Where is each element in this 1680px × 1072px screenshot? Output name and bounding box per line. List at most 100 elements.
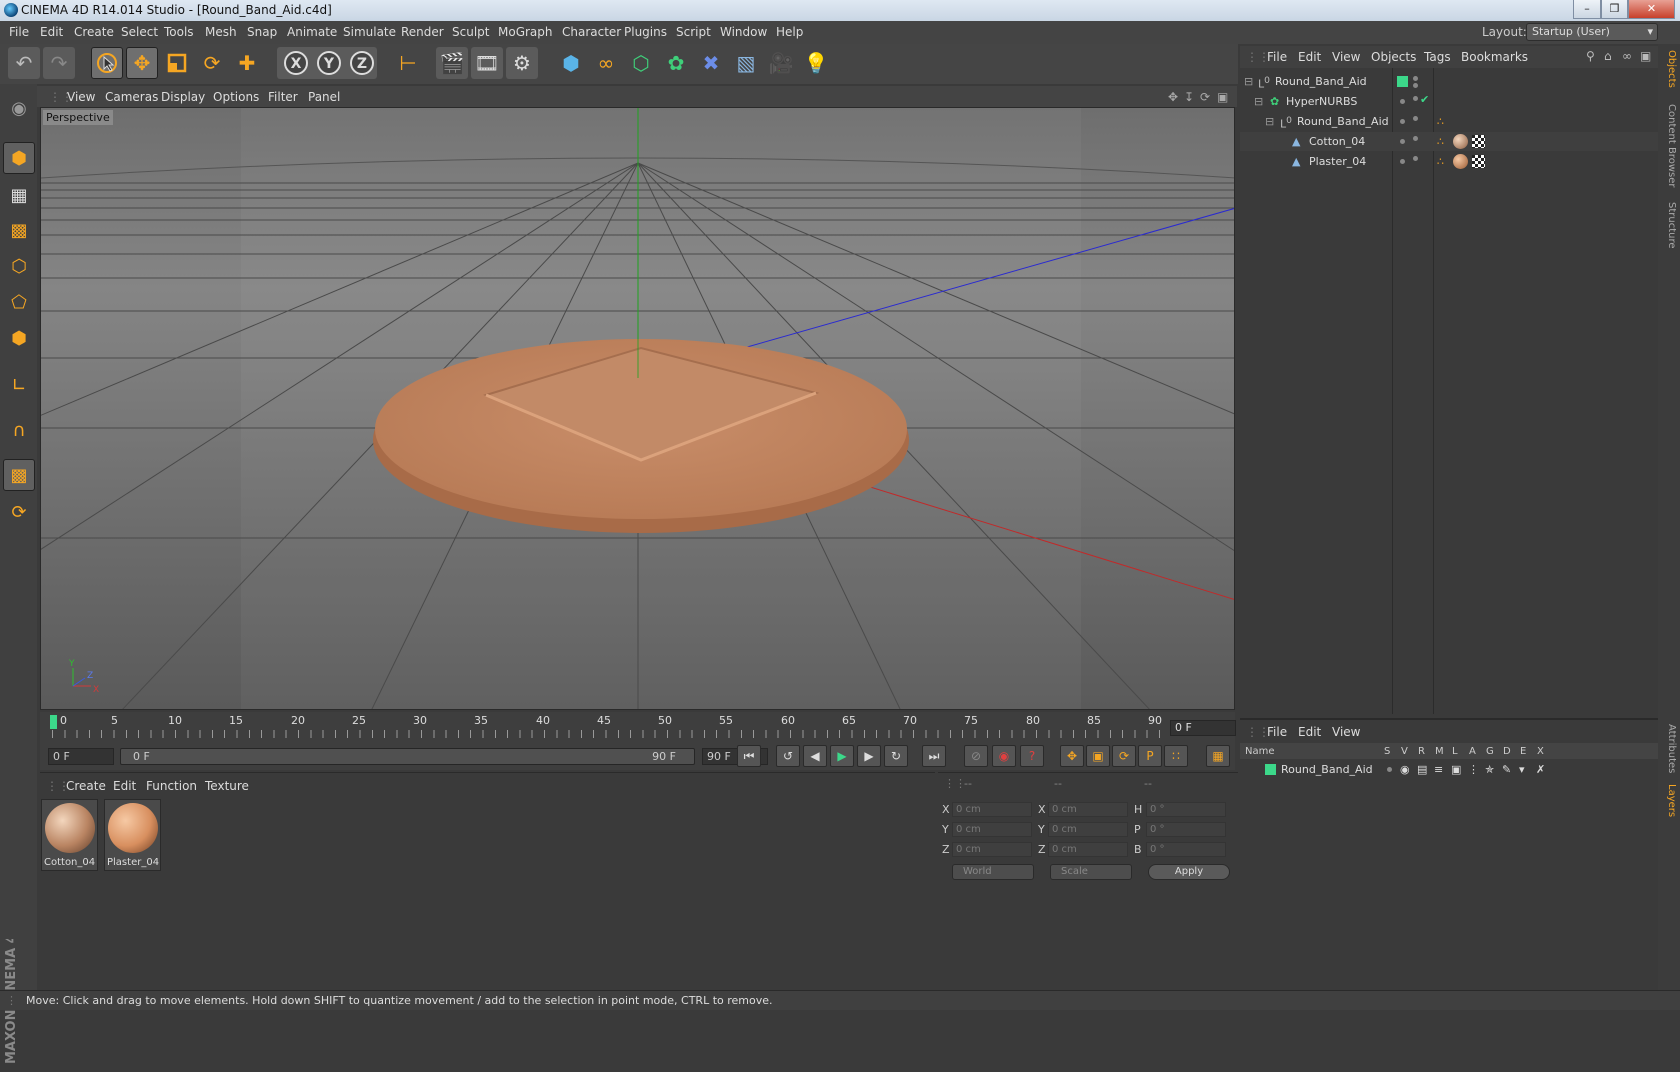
- tree-toggle-icon[interactable]: ⊟: [1244, 75, 1253, 88]
- menu-character[interactable]: Character: [562, 25, 621, 39]
- deformer-icon[interactable]: ✎: [1502, 763, 1511, 776]
- maximize-button[interactable]: ❒: [1601, 0, 1628, 19]
- menu-sculpt[interactable]: Sculpt: [452, 25, 489, 39]
- light-icon[interactable]: 💡: [800, 47, 832, 79]
- material-menu-texture[interactable]: Texture: [205, 779, 249, 793]
- menu-simulate[interactable]: Simulate: [343, 25, 396, 39]
- render-picture-viewer-icon[interactable]: 🎞: [471, 47, 503, 79]
- workplane-rotate-icon[interactable]: ⟳: [3, 496, 35, 528]
- object-row[interactable]: ⊟ ✿ HyperNURBS ✔: [1240, 92, 1658, 111]
- y-axis-icon[interactable]: Y: [313, 47, 345, 79]
- home-icon[interactable]: ⌂: [1604, 49, 1612, 63]
- column-header-expressions[interactable]: E: [1520, 746, 1526, 757]
- size-z-field[interactable]: 0 cm: [1048, 842, 1128, 857]
- xref-icon[interactable]: ✗: [1536, 763, 1545, 776]
- autokey-icon[interactable]: ◉: [992, 745, 1016, 767]
- menu-mesh[interactable]: Mesh: [205, 25, 237, 39]
- menu-select[interactable]: Select: [121, 25, 158, 39]
- phong-tag-icon[interactable]: ∴: [1437, 155, 1444, 168]
- viewport-zoom-icon[interactable]: ↧: [1184, 90, 1194, 104]
- menu-file[interactable]: File: [9, 25, 29, 39]
- make-editable-icon[interactable]: ◉: [3, 92, 35, 124]
- z-axis-icon[interactable]: Z: [346, 47, 378, 79]
- viewport-move-icon[interactable]: ✥: [1168, 90, 1178, 104]
- key-parameter-icon[interactable]: P: [1138, 745, 1162, 767]
- layout-select[interactable]: Startup (User) ▾: [1526, 23, 1658, 41]
- perspective-viewport[interactable]: Y Z X Perspective: [40, 107, 1235, 710]
- menu-tools[interactable]: Tools: [164, 25, 194, 39]
- tab-attributes[interactable]: Attributes: [1661, 724, 1677, 773]
- tree-toggle-icon[interactable]: ⊟: [1254, 95, 1263, 108]
- go-to-end-icon[interactable]: ⏭: [922, 745, 946, 767]
- menu-window[interactable]: Window: [720, 25, 767, 39]
- size-y-field[interactable]: 0 cm: [1048, 822, 1128, 837]
- polygons-mode-icon[interactable]: ⬢: [3, 322, 35, 354]
- cube-icon[interactable]: ⬢: [555, 47, 587, 79]
- tab-layers[interactable]: Layers: [1661, 784, 1677, 817]
- key-position-icon[interactable]: ✥: [1060, 745, 1084, 767]
- round-band-aid-model[interactable]: [373, 339, 909, 533]
- menu-mograph[interactable]: MoGraph: [498, 25, 553, 39]
- coord-system-select[interactable]: World: [952, 864, 1034, 880]
- snap-magnet-icon[interactable]: ∩: [3, 414, 35, 446]
- new-window-icon[interactable]: ▣: [1640, 49, 1651, 63]
- menu-script[interactable]: Script: [676, 25, 711, 39]
- camera-icon[interactable]: 🎥: [765, 47, 797, 79]
- axis-mode-icon[interactable]: ∟: [3, 369, 35, 401]
- enabled-check-icon[interactable]: ✔: [1420, 93, 1429, 106]
- object-row[interactable]: ⊟ L0 Round_Band_Aid: [1240, 72, 1658, 91]
- scale-icon[interactable]: [161, 47, 193, 79]
- objects-menu-objects[interactable]: Objects: [1371, 50, 1416, 64]
- spline-icon[interactable]: ∞: [590, 47, 622, 79]
- render-dot[interactable]: [1413, 116, 1418, 121]
- material-tag-icon[interactable]: [1453, 134, 1468, 149]
- tree-toggle-icon[interactable]: ⊟: [1265, 115, 1274, 128]
- size-x-field[interactable]: 0 cm: [1048, 802, 1128, 817]
- objects-menu-tags[interactable]: Tags: [1424, 50, 1451, 64]
- viewport-menu-view[interactable]: View: [67, 90, 95, 104]
- column-header-locked[interactable]: L: [1452, 746, 1458, 757]
- start-frame-field[interactable]: 0 F: [48, 748, 114, 765]
- current-frame-field[interactable]: 0 F: [1170, 720, 1236, 736]
- column-header-view[interactable]: V: [1401, 746, 1408, 757]
- object-row[interactable]: ▲ Cotton_04 ∴: [1240, 132, 1658, 151]
- animation-icon[interactable]: ⋮: [1468, 763, 1479, 776]
- go-to-start-icon[interactable]: ⏮: [737, 745, 761, 767]
- timeline-window-icon[interactable]: ▦: [1206, 745, 1230, 767]
- eye-icon[interactable]: ◉: [1400, 763, 1410, 776]
- layer-color-swatch[interactable]: [1265, 764, 1276, 775]
- close-button[interactable]: ✕: [1628, 0, 1675, 19]
- render-icon[interactable]: ▤: [1417, 763, 1427, 776]
- play-icon[interactable]: ▶: [830, 745, 854, 767]
- column-header-deformers[interactable]: D: [1503, 746, 1511, 757]
- frame-range-slider[interactable]: 0 F 90 F: [120, 748, 695, 765]
- render-settings-icon[interactable]: ⚙: [506, 47, 538, 79]
- render-dot[interactable]: [1413, 156, 1418, 161]
- objects-menu-file[interactable]: File: [1267, 50, 1287, 64]
- undo-icon[interactable]: ↶: [8, 47, 40, 79]
- live-selection-icon[interactable]: [91, 47, 123, 79]
- deformer-icon[interactable]: ✖: [695, 47, 727, 79]
- key-scale-icon[interactable]: ▣: [1086, 745, 1110, 767]
- next-frame-icon[interactable]: ▶: [857, 745, 881, 767]
- edges-mode-icon[interactable]: ⬠: [3, 286, 35, 318]
- model-mode-icon[interactable]: ⬢: [3, 142, 35, 174]
- floor-icon[interactable]: ▧: [730, 47, 762, 79]
- pos-y-field[interactable]: 0 cm: [952, 822, 1032, 837]
- tab-structure[interactable]: Structure: [1661, 202, 1677, 249]
- column-header-generators[interactable]: G: [1486, 746, 1494, 757]
- objects-menu-view[interactable]: View: [1332, 50, 1360, 64]
- material-menu-create[interactable]: Create: [66, 779, 106, 793]
- search-icon[interactable]: ⚲: [1586, 49, 1595, 63]
- render-dot[interactable]: [1413, 83, 1418, 88]
- menu-snap[interactable]: Snap: [247, 25, 277, 39]
- key-rotation-icon[interactable]: ⟳: [1112, 745, 1136, 767]
- object-row[interactable]: ⊟ L0 Round_Band_Aid ∴: [1240, 112, 1658, 131]
- redo-icon[interactable]: ↷: [43, 47, 75, 79]
- column-header-manager[interactable]: M: [1435, 746, 1444, 757]
- material-menu-edit[interactable]: Edit: [113, 779, 136, 793]
- manager-icon[interactable]: ≡: [1434, 763, 1443, 776]
- objects-menu-edit[interactable]: Edit: [1298, 50, 1321, 64]
- visibility-dot[interactable]: [1413, 76, 1418, 81]
- menu-plugins[interactable]: Plugins: [624, 25, 667, 39]
